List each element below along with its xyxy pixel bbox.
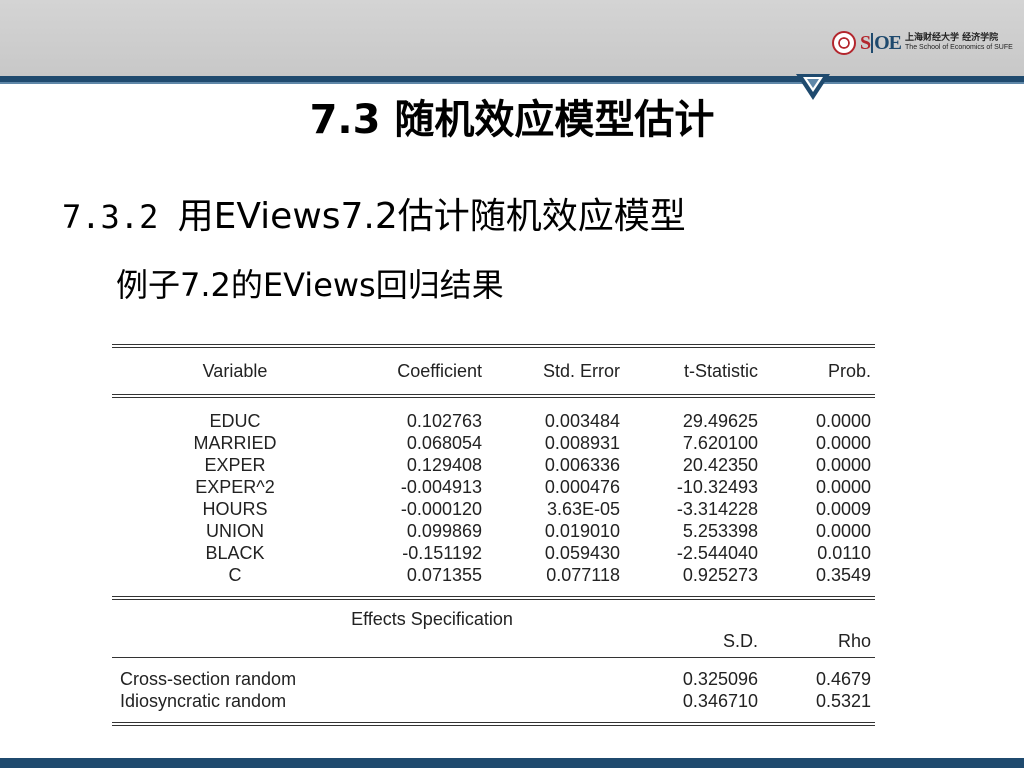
effects-sd: 0.325096 [682, 669, 758, 689]
row-variable: EDUC [209, 411, 261, 431]
row-t-statistic: 0.925273 [682, 565, 758, 585]
row-std-error: 0.000476 [544, 477, 620, 497]
row-t-statistic: 29.49625 [682, 411, 758, 431]
example-caption: 例子7.2的EViews回归结果 [116, 266, 504, 304]
effects-label: Cross-section random [120, 669, 297, 689]
row-variable: HOURS [202, 499, 268, 519]
table-row: BLACK -0.151192 0.059430 -2.544040 0.011… [112, 542, 875, 564]
table-row: UNION 0.099869 0.019010 5.253398 0.0000 [112, 520, 875, 542]
row-t-statistic: -2.544040 [676, 543, 758, 563]
row-variable: UNION [206, 521, 264, 541]
table-row: C 0.071355 0.077118 0.925273 0.3549 [112, 564, 875, 586]
table-header-row: Variable Coefficient Std. Error t-Statis… [112, 348, 875, 394]
row-variable: EXPER^2 [195, 477, 275, 497]
table-row: MARRIED 0.068054 0.008931 7.620100 0.000… [112, 432, 875, 454]
university-seal-icon [832, 31, 856, 55]
slide-title: 7.3 随机效应模型估计 [309, 97, 715, 143]
row-coefficient: 0.129408 [406, 455, 482, 475]
row-t-statistic: -10.32493 [676, 477, 758, 497]
row-prob: 0.0000 [815, 433, 871, 453]
table-row: EDUC 0.102763 0.003484 29.49625 0.0000 [112, 410, 875, 432]
row-variable: EXPER [204, 455, 266, 475]
row-coefficient: 0.068054 [406, 433, 482, 453]
effects-label: Idiosyncratic random [120, 691, 287, 711]
row-prob: 0.0000 [815, 477, 871, 497]
row-variable: MARRIED [193, 433, 277, 453]
header-t-statistic: t-Statistic [683, 361, 758, 381]
header-sd: S.D. [722, 631, 758, 651]
logo-english: The School of Economics of SUFE [905, 44, 1013, 51]
header-coefficient: Coefficient [397, 361, 482, 381]
row-coefficient: 0.071355 [406, 565, 482, 585]
row-std-error: 0.077118 [546, 565, 620, 585]
section-heading: 7.3.2 用EViews7.2估计随机效应模型 [62, 193, 686, 241]
effects-header: Effects Specification S.D. Rho [112, 600, 875, 651]
row-prob: 0.0000 [815, 455, 871, 475]
row-std-error: 0.006336 [544, 455, 620, 475]
effects-rho: 0.4679 [815, 669, 871, 689]
row-prob: 0.0110 [817, 543, 871, 563]
footer-band [0, 758, 1024, 768]
table-row: EXPER^2 -0.004913 0.000476 -10.32493 0.0… [112, 476, 875, 498]
logo-chinese: 上海财经大学 经济学院 [905, 33, 999, 43]
coefficient-rows: EDUC 0.102763 0.003484 29.49625 0.0000 M… [112, 410, 875, 586]
row-prob: 0.0009 [815, 499, 871, 519]
table-row: HOURS -0.000120 3.63E-05 -3.314228 0.000… [112, 498, 875, 520]
row-variable: BLACK [205, 543, 265, 563]
table-row: Cross-section random 0.325096 0.4679 [112, 668, 875, 690]
row-t-statistic: 20.42350 [682, 455, 758, 475]
header-std-error: Std. Error [542, 361, 620, 381]
logo-text: 上海财经大学 经济学院 The School of Economics of S… [905, 33, 1013, 53]
row-std-error: 0.008931 [544, 433, 620, 453]
school-logo: S OE 上海财经大学 经济学院 The School of Economics … [832, 30, 1013, 56]
row-coefficient: -0.151192 [402, 543, 482, 563]
header-prob: Prob. [827, 361, 871, 381]
row-std-error: 0.019010 [544, 521, 620, 541]
row-coefficient: -0.000120 [400, 499, 482, 519]
row-prob: 0.0000 [815, 411, 871, 431]
row-variable: C [228, 565, 242, 585]
row-prob: 0.3549 [815, 565, 871, 585]
header-variable: Variable [202, 361, 268, 381]
effects-sd: 0.346710 [682, 691, 758, 711]
row-coefficient: 0.099869 [406, 521, 482, 541]
section-number: 7.3.2 [62, 198, 178, 236]
table-row: Idiosyncratic random 0.346710 0.5321 [112, 690, 875, 712]
soe-logo-mark: S OE [860, 32, 902, 54]
row-std-error: 0.003484 [544, 411, 620, 431]
table-row: EXPER 0.129408 0.006336 20.42350 0.0000 [112, 454, 875, 476]
row-t-statistic: -3.314228 [676, 499, 758, 519]
effects-title: Effects Specification [351, 609, 513, 629]
row-prob: 0.0000 [815, 521, 871, 541]
section-heading-text: 用EViews7.2估计随机效应模型 [177, 196, 686, 237]
regression-table: Variable Coefficient Std. Error t-Statis… [112, 344, 875, 726]
row-coefficient: 0.102763 [406, 411, 482, 431]
effects-rho: 0.5321 [815, 691, 871, 711]
row-std-error: 3.63E-05 [546, 499, 620, 519]
row-t-statistic: 5.253398 [682, 521, 758, 541]
row-t-statistic: 7.620100 [682, 433, 758, 453]
header-rule-light [0, 82, 1024, 84]
header-rho: Rho [837, 631, 871, 651]
table-rule-bottom [112, 722, 875, 726]
row-std-error: 0.059430 [544, 543, 620, 563]
row-coefficient: -0.004913 [400, 477, 482, 497]
